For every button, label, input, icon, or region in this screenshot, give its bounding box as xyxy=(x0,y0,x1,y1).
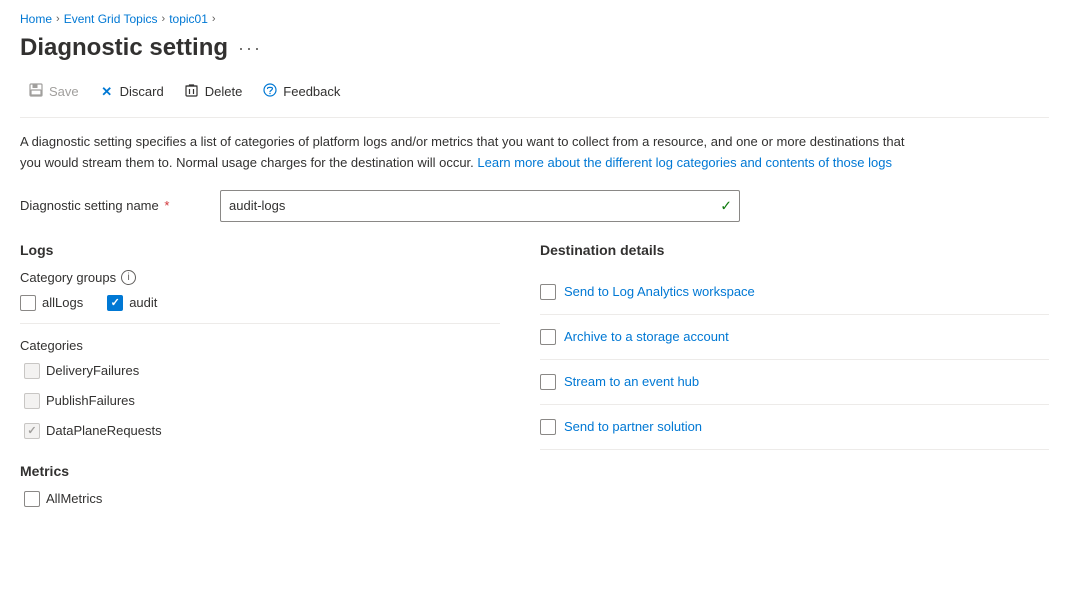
storage-account-checkbox[interactable] xyxy=(540,329,556,345)
category-group-alllogs[interactable]: allLogs xyxy=(20,295,83,311)
delivery-failures-label: DeliveryFailures xyxy=(46,363,139,378)
breadcrumb: Home › Event Grid Topics › topic01 › xyxy=(20,12,1049,26)
breadcrumb-sep-1: › xyxy=(56,13,60,25)
category-publish-failures[interactable]: PublishFailures xyxy=(20,393,500,409)
metrics-section: Metrics AllMetrics xyxy=(20,463,500,507)
required-indicator: * xyxy=(161,198,170,213)
discard-button[interactable]: ✕ Discard xyxy=(91,79,172,105)
alllogs-label: allLogs xyxy=(42,295,83,310)
breadcrumb-sep-3: › xyxy=(212,13,216,25)
delete-icon xyxy=(184,83,200,100)
diagnostic-setting-name-label: Diagnostic setting name * xyxy=(20,198,220,213)
dest-partner-solution[interactable]: Send to partner solution xyxy=(540,405,1049,450)
alllogs-checkbox-box[interactable] xyxy=(20,295,36,311)
data-plane-requests-checkbox xyxy=(24,423,40,439)
feedback-button[interactable]: Feedback xyxy=(254,78,348,105)
input-valid-icon: ✓ xyxy=(720,197,732,214)
save-label: Save xyxy=(49,84,79,99)
page-title-row: Diagnostic setting ··· xyxy=(20,34,1049,62)
all-metrics-item[interactable]: AllMetrics xyxy=(20,491,500,507)
delete-button[interactable]: Delete xyxy=(176,78,251,105)
log-analytics-checkbox[interactable] xyxy=(540,284,556,300)
dest-storage-account[interactable]: Archive to a storage account xyxy=(540,315,1049,360)
feedback-icon xyxy=(262,83,278,100)
category-groups-title: Category groups i xyxy=(20,270,500,285)
save-button[interactable]: Save xyxy=(20,78,87,105)
category-groups-checkboxes: allLogs audit xyxy=(20,295,500,324)
logs-section-title: Logs xyxy=(20,242,500,258)
toolbar: Save ✕ Discard Delete xyxy=(20,78,1049,118)
log-analytics-label: Send to Log Analytics workspace xyxy=(564,284,755,299)
save-icon xyxy=(28,83,44,100)
learn-more-link[interactable]: Learn more about the different log categ… xyxy=(477,155,892,170)
breadcrumb-home[interactable]: Home xyxy=(20,12,52,26)
breadcrumb-topic01[interactable]: topic01 xyxy=(169,12,208,26)
all-metrics-label: AllMetrics xyxy=(46,491,102,506)
dest-event-hub[interactable]: Stream to an event hub xyxy=(540,360,1049,405)
left-panel: Logs Category groups i allLogs audit xyxy=(20,242,530,521)
page-container: Home › Event Grid Topics › topic01 › Dia… xyxy=(0,0,1069,601)
more-options-icon[interactable]: ··· xyxy=(238,38,262,59)
category-groups-info-icon[interactable]: i xyxy=(121,270,136,285)
publish-failures-checkbox xyxy=(24,393,40,409)
diagnostic-setting-name-input[interactable] xyxy=(220,190,740,222)
delivery-failures-checkbox xyxy=(24,363,40,379)
right-panel: Destination details Send to Log Analytic… xyxy=(530,242,1049,521)
dest-log-analytics[interactable]: Send to Log Analytics workspace xyxy=(540,270,1049,315)
storage-account-label: Archive to a storage account xyxy=(564,329,729,344)
category-data-plane-requests[interactable]: DataPlaneRequests xyxy=(20,423,500,439)
description-text: A diagnostic setting specifies a list of… xyxy=(20,132,920,174)
diagnostic-setting-name-input-wrapper: ✓ xyxy=(220,190,740,222)
categories-title: Categories xyxy=(20,338,500,353)
data-plane-requests-label: DataPlaneRequests xyxy=(46,423,162,438)
partner-solution-label: Send to partner solution xyxy=(564,419,702,434)
all-metrics-checkbox[interactable] xyxy=(24,491,40,507)
audit-checkbox-box[interactable] xyxy=(107,295,123,311)
partner-solution-checkbox[interactable] xyxy=(540,419,556,435)
delete-label: Delete xyxy=(205,84,243,99)
destination-details-title: Destination details xyxy=(540,242,1049,258)
metrics-section-title: Metrics xyxy=(20,463,500,479)
discard-icon: ✕ xyxy=(99,84,115,100)
diagnostic-setting-name-row: Diagnostic setting name * ✓ xyxy=(20,190,1049,222)
event-hub-checkbox[interactable] xyxy=(540,374,556,390)
logs-section: Logs Category groups i allLogs audit xyxy=(20,242,500,439)
main-content: Logs Category groups i allLogs audit xyxy=(20,242,1049,521)
publish-failures-label: PublishFailures xyxy=(46,393,135,408)
page-title: Diagnostic setting xyxy=(20,34,228,62)
feedback-label: Feedback xyxy=(283,84,340,99)
category-delivery-failures[interactable]: DeliveryFailures xyxy=(20,363,500,379)
audit-label: audit xyxy=(129,295,157,310)
breadcrumb-sep-2: › xyxy=(162,13,166,25)
category-group-audit[interactable]: audit xyxy=(107,295,157,311)
discard-label: Discard xyxy=(120,84,164,99)
breadcrumb-event-grid-topics[interactable]: Event Grid Topics xyxy=(64,12,158,26)
event-hub-label: Stream to an event hub xyxy=(564,374,699,389)
